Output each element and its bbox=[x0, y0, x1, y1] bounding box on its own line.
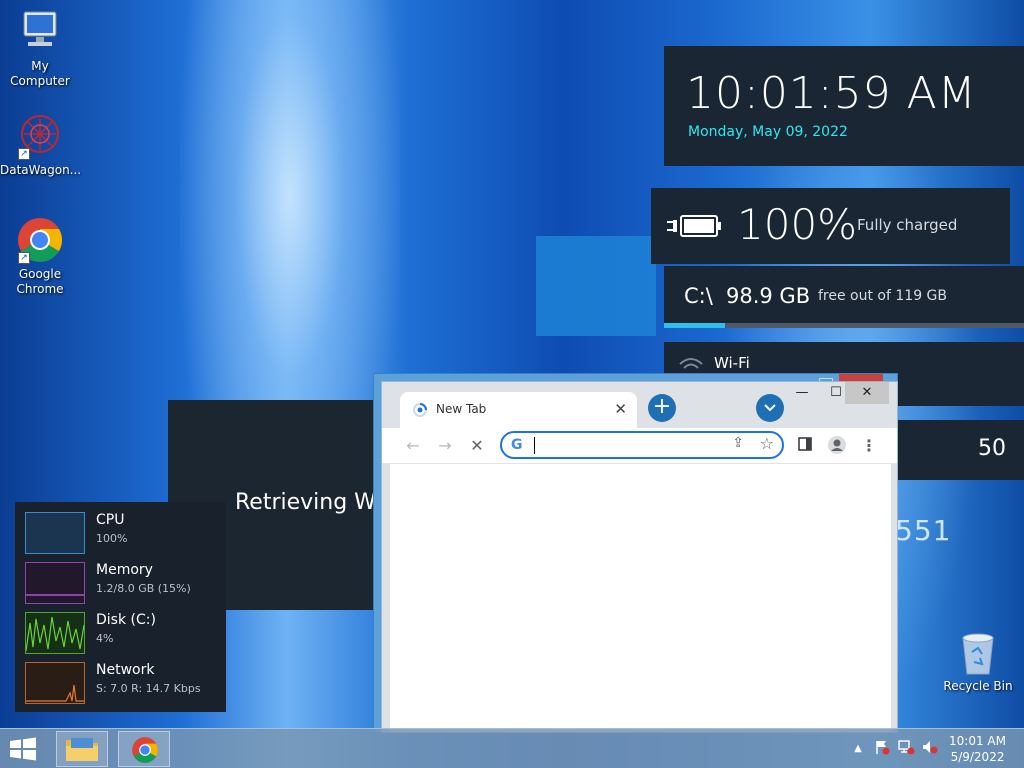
taskbar-clock[interactable]: 10:01 AM 5/9/2022 bbox=[949, 733, 1006, 765]
cpu-graph bbox=[25, 512, 85, 554]
tab-close-icon[interactable]: ✕ bbox=[614, 400, 627, 418]
minimize-button[interactable]: — bbox=[785, 382, 819, 404]
windows-logo-icon bbox=[10, 737, 36, 761]
recycle-bin-label: Recycle Bin bbox=[943, 679, 1013, 693]
taskbar-chrome[interactable] bbox=[118, 731, 170, 767]
disk-usage-fill bbox=[664, 323, 726, 328]
perf-row-disk[interactable]: Disk (C:) 4% bbox=[25, 612, 225, 658]
perf-row-memory[interactable]: Memory 1.2/8.0 GB (15%) bbox=[25, 562, 225, 608]
shortcut-arrow-icon: ↗ bbox=[18, 252, 30, 264]
battery-status: Fully charged bbox=[857, 216, 958, 234]
forward-icon[interactable]: → bbox=[434, 435, 456, 457]
taskbar-date: 5/9/2022 bbox=[950, 750, 1005, 764]
shortcut-arrow-icon: ↗ bbox=[18, 148, 30, 160]
perf-row-cpu[interactable]: CPU 100% bbox=[25, 512, 225, 558]
perf-name: Disk (C:) bbox=[96, 612, 156, 628]
wifi-label: Wi-Fi bbox=[714, 354, 750, 372]
disk-free-space: 98.9 GB bbox=[726, 284, 811, 308]
perf-name: Network bbox=[96, 662, 155, 678]
desktop-icon-my-computer[interactable]: My Computer bbox=[0, 8, 80, 89]
omnibox[interactable]: G ⇪ ☆ bbox=[500, 431, 784, 459]
chevron-down-icon bbox=[764, 404, 776, 412]
clock-time: 10:01:59 AM bbox=[686, 68, 977, 119]
address-input[interactable] bbox=[532, 436, 712, 454]
chrome-icon bbox=[132, 737, 158, 763]
loading-spinner-icon bbox=[413, 403, 427, 417]
recycle-bin-icon bbox=[962, 633, 994, 675]
weather-value: 50 bbox=[978, 436, 1006, 461]
clock-date: Monday, May 09, 2022 bbox=[688, 124, 848, 140]
show-hidden-icons-chevron-up-icon[interactable]: ▲ bbox=[848, 739, 868, 759]
perf-row-network[interactable]: Network S: 7.0 R: 14.7 Kbps bbox=[25, 662, 225, 708]
chrome-icon: ↗ bbox=[16, 216, 64, 264]
tab-search-button[interactable] bbox=[756, 394, 784, 422]
desktop-icon-label: My Computer bbox=[10, 59, 70, 88]
close-button[interactable]: ✕ bbox=[845, 382, 889, 404]
weather-widget: 50 bbox=[898, 420, 1024, 480]
computer-icon bbox=[16, 8, 64, 56]
desktop-icon-label: DataWagon... bbox=[0, 163, 82, 177]
chrome-window: New Tab ✕ + — ☐ ✕ ← → ✕ G ⇪ ☆ ⋮ bbox=[381, 381, 898, 733]
desktop-icon-recycle-bin[interactable]: Recycle Bin bbox=[940, 630, 1016, 693]
perf-name: CPU bbox=[96, 512, 125, 528]
disk-widget: C:\ 98.9 GB free out of 119 GB bbox=[664, 266, 1024, 328]
widget-value-secondary: 551 bbox=[895, 514, 952, 547]
battery-widget: 100% Fully charged bbox=[651, 188, 1010, 264]
desktop-icon-google-chrome[interactable]: ↗ Google Chrome bbox=[0, 216, 80, 297]
perf-value: S: 7.0 R: 14.7 Kbps bbox=[96, 682, 201, 695]
performance-monitor: CPU 100% Memory 1.2/8.0 GB (15%) Disk (C… bbox=[15, 502, 226, 712]
page-content[interactable] bbox=[390, 464, 891, 732]
google-icon: G bbox=[511, 437, 523, 453]
taskbar: ▲ 10:01 AM 5/9/2022 bbox=[0, 728, 1024, 768]
battery-percent: 100% bbox=[737, 200, 858, 249]
new-tab-button[interactable]: + bbox=[648, 394, 676, 422]
disk-drive-letter: C:\ bbox=[684, 284, 713, 308]
profile-avatar-icon[interactable] bbox=[826, 435, 848, 457]
volume-muted-icon[interactable] bbox=[920, 739, 940, 759]
perf-value: 100% bbox=[96, 532, 128, 545]
taskbar-time: 10:01 AM bbox=[949, 734, 1006, 748]
back-icon[interactable]: ← bbox=[402, 435, 424, 457]
folder-icon bbox=[66, 738, 98, 761]
perf-value: 4% bbox=[96, 632, 114, 645]
clock-widget: 10:01:59 AM Monday, May 09, 2022 bbox=[664, 46, 1024, 166]
stop-loading-icon[interactable]: ✕ bbox=[466, 435, 488, 457]
tab-strip: New Tab ✕ + — ☐ ✕ bbox=[382, 382, 897, 428]
network-status-icon[interactable] bbox=[896, 739, 916, 759]
side-panel-icon[interactable] bbox=[794, 435, 816, 457]
bookmark-star-icon[interactable]: ☆ bbox=[760, 434, 774, 453]
browser-toolbar: ← → ✕ G ⇪ ☆ ⋮ bbox=[382, 428, 897, 464]
disk-usage-bar bbox=[664, 323, 1024, 328]
perf-name: Memory bbox=[96, 562, 153, 578]
battery-plug-icon bbox=[665, 212, 723, 240]
perf-value: 1.2/8.0 GB (15%) bbox=[96, 582, 191, 595]
disk-graph bbox=[25, 612, 85, 654]
start-button[interactable] bbox=[8, 737, 38, 761]
share-icon[interactable]: ⇪ bbox=[732, 435, 744, 451]
network-graph bbox=[25, 662, 85, 704]
desktop-icon-label: Google Chrome bbox=[16, 267, 64, 296]
desktop-icon-datawagon[interactable]: ↗ DataWagon... bbox=[0, 112, 82, 178]
taskbar-file-explorer[interactable] bbox=[56, 731, 108, 767]
memory-graph bbox=[25, 562, 85, 604]
loading-message: Retrieving W bbox=[235, 490, 376, 515]
action-center-flag-icon[interactable] bbox=[872, 739, 892, 759]
widget-background-tile bbox=[536, 236, 656, 336]
text-caret bbox=[534, 437, 535, 454]
menu-kebab-icon[interactable]: ⋮ bbox=[858, 435, 880, 457]
tab-title: New Tab bbox=[436, 402, 487, 416]
disk-total: free out of 119 GB bbox=[818, 288, 948, 304]
datawagon-icon: ↗ bbox=[16, 112, 64, 160]
tab-new-tab[interactable]: New Tab ✕ bbox=[400, 392, 637, 428]
